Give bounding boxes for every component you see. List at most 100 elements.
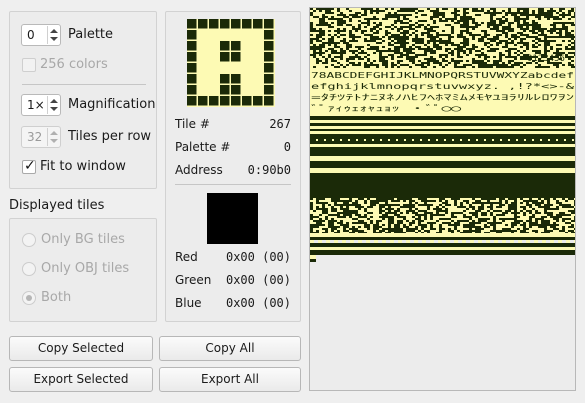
tile-cell	[466, 38, 469, 40]
tile-viewer[interactable]: 0123456 78ABCDEFGHIJKLMNOPQRSTUVWXYZabcd…	[309, 7, 576, 391]
tile-cell	[463, 66, 466, 68]
tile-cell	[445, 20, 448, 22]
tile-cell	[358, 20, 361, 22]
tile-cell	[382, 18, 385, 20]
tile-cell	[325, 36, 328, 38]
tile-cell	[460, 212, 463, 214]
tile-cell	[433, 30, 436, 32]
tile-cell	[367, 66, 370, 68]
tile-cell	[475, 200, 478, 202]
tile-cell	[379, 66, 382, 68]
tile-cell	[523, 54, 526, 56]
tile-cell	[367, 54, 370, 56]
palette-spinbox[interactable]: 0	[21, 24, 61, 46]
tile-cell	[436, 34, 439, 36]
tile-cell	[406, 22, 409, 24]
tile-cell	[526, 222, 529, 224]
tile-cell	[451, 16, 454, 18]
spin-arrows[interactable]	[47, 26, 59, 44]
tile-cell	[364, 56, 367, 58]
copy-all-button[interactable]: Copy All	[159, 336, 301, 361]
tile-cell	[439, 220, 442, 222]
only-bg-tiles-radio[interactable]	[22, 233, 36, 247]
tile-cell	[343, 48, 346, 50]
tile-cell	[376, 64, 379, 66]
tile-cell	[406, 26, 409, 28]
tile-cell	[508, 208, 511, 210]
copy-selected-button[interactable]: Copy Selected	[9, 336, 153, 361]
tile-cell	[406, 222, 409, 224]
tile-cell	[385, 216, 388, 218]
tile-cell	[532, 44, 535, 46]
tile-cell	[418, 28, 421, 30]
tile-cell	[328, 50, 331, 52]
tile-cell	[469, 22, 472, 24]
tile-cell	[538, 12, 541, 14]
tile-cell	[430, 204, 433, 206]
tile-cell	[352, 208, 355, 210]
tile-cell	[502, 66, 505, 68]
spin-arrows[interactable]	[47, 128, 59, 146]
tile-cell	[544, 36, 547, 38]
tile-cell	[532, 66, 535, 68]
tile-cell	[550, 42, 553, 44]
tile-cell	[487, 54, 490, 56]
down-arrow-icon[interactable]	[50, 107, 58, 111]
tile-cell	[445, 10, 448, 12]
up-arrow-icon[interactable]	[50, 99, 58, 103]
tile-number-row: Tile # 267	[175, 117, 291, 133]
tile-pixel	[198, 74, 208, 84]
tile-cell	[442, 14, 445, 16]
tile-cell	[421, 52, 424, 54]
tile-cell	[358, 52, 361, 54]
tile-cell	[364, 12, 367, 14]
tile-cell	[331, 214, 334, 216]
tile-cell	[343, 40, 346, 42]
tile-cell	[523, 12, 526, 14]
tile-cell	[571, 44, 574, 46]
256-colors-checkbox[interactable]	[22, 58, 36, 72]
magnification-spinbox[interactable]: 1×	[21, 94, 61, 116]
tile-cell	[541, 214, 544, 216]
tile-cell	[463, 216, 466, 218]
down-arrow-icon[interactable]	[50, 37, 58, 41]
tile-map[interactable]: 0123456 78ABCDEFGHIJKLMNOPQRSTUVWXYZabcd…	[310, 8, 575, 390]
both-tiles-radio[interactable]	[22, 291, 36, 305]
tiles-per-row-spinbox[interactable]: 32	[21, 126, 61, 148]
tile-cell	[529, 34, 532, 36]
tile-cell	[538, 224, 541, 226]
tile-cell	[502, 34, 505, 36]
tile-cell	[328, 46, 331, 48]
tile-cell	[436, 60, 439, 62]
tile-cell	[355, 28, 358, 30]
tile-cell	[361, 32, 364, 34]
tile-cell	[454, 28, 457, 30]
down-arrow-icon[interactable]	[50, 139, 58, 143]
tile-cell	[571, 52, 574, 54]
fit-to-window-checkbox[interactable]: ✓	[22, 158, 36, 174]
export-selected-button[interactable]: Export Selected	[9, 367, 153, 392]
tile-cell	[556, 8, 559, 10]
export-all-button[interactable]: Export All	[159, 367, 301, 392]
tile-cell	[487, 16, 490, 18]
tile-cell	[559, 222, 562, 224]
only-obj-tiles-radio[interactable]	[22, 262, 36, 276]
tile-cell	[496, 22, 499, 24]
up-arrow-icon[interactable]	[50, 29, 58, 33]
tile-cell	[334, 220, 337, 222]
tile-cell	[553, 40, 556, 42]
tile-cell	[523, 214, 526, 216]
tile-cell	[367, 64, 370, 66]
tile-cell	[526, 28, 529, 30]
tile-cell	[550, 22, 553, 24]
palette-number-label: Palette #	[175, 140, 231, 154]
up-arrow-icon[interactable]	[50, 131, 58, 135]
tile-cell	[460, 46, 463, 48]
tile-cell	[550, 30, 553, 32]
tile-cell	[553, 220, 556, 222]
tile-cell	[358, 8, 361, 10]
spin-arrows[interactable]	[47, 96, 59, 114]
tile-cell	[442, 208, 445, 210]
tile-cell	[445, 34, 448, 36]
tile-cell	[412, 12, 415, 14]
